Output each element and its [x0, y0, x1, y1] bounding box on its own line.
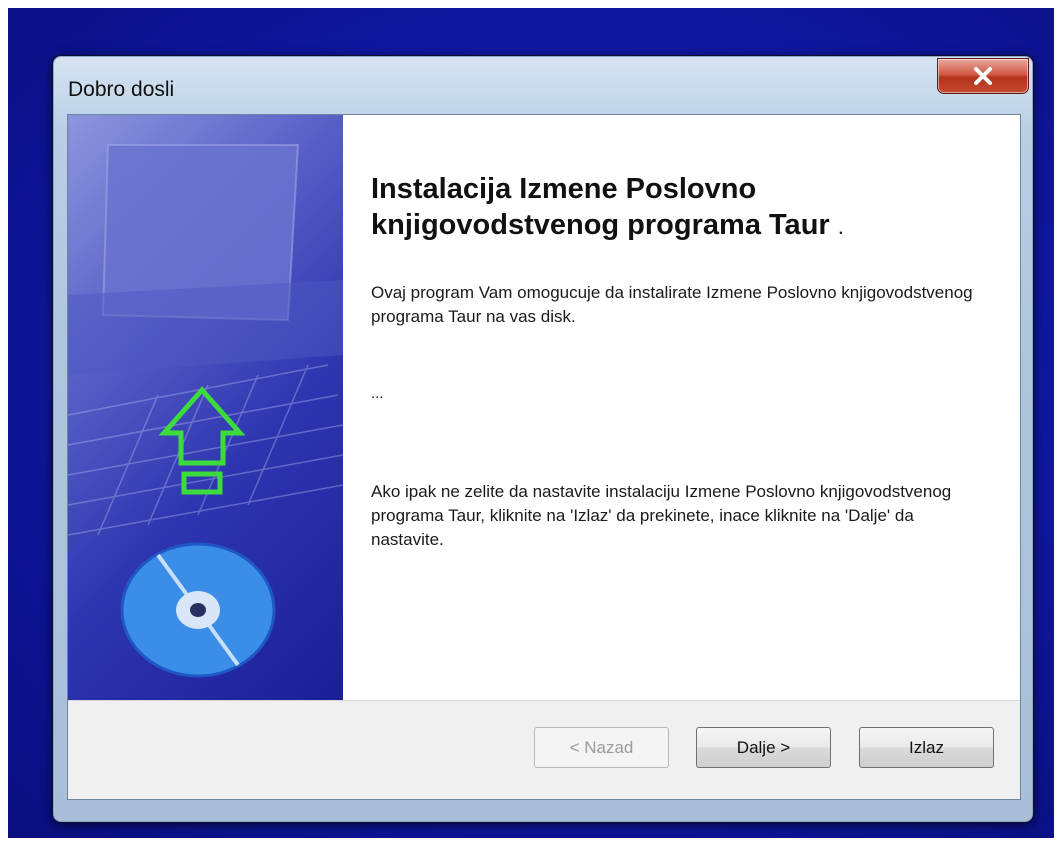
setup-banner-image	[68, 115, 343, 700]
up-arrow-icon	[158, 386, 246, 495]
back-button[interactable]: < Nazad	[534, 727, 669, 768]
page-title: Instalacija Izmene Poslovno knjigovodstv…	[371, 171, 971, 245]
window-title: Dobro dosli	[68, 78, 175, 101]
button-bar: < Nazad Dalje > Izlaz	[68, 700, 1020, 799]
close-button[interactable]	[937, 58, 1029, 94]
instructions-text: Ako ipak ne zelite da nastavite instalac…	[371, 482, 952, 549]
title-bar[interactable]: Dobro dosli	[53, 56, 1033, 114]
dialog-client-area: Instalacija Izmene Poslovno knjigovodstv…	[67, 114, 1021, 800]
page-title-suffix: .	[837, 214, 844, 239]
setup-window: Dobro dosli Instalacija Izmene Poslovno …	[52, 55, 1034, 823]
intro-text: Ovaj program Vam omogucuje da instalirat…	[371, 283, 973, 326]
exit-button[interactable]: Izlaz	[859, 727, 994, 768]
close-icon	[974, 67, 992, 85]
next-button[interactable]: Dalje >	[696, 727, 831, 768]
cd-disc-icon	[120, 542, 276, 678]
ellipsis-text: ...	[371, 385, 384, 402]
page-title-text: Instalacija Izmene Poslovno knjigovodstv…	[371, 173, 830, 241]
welcome-content: Instalacija Izmene Poslovno knjigovodstv…	[343, 115, 1020, 700]
